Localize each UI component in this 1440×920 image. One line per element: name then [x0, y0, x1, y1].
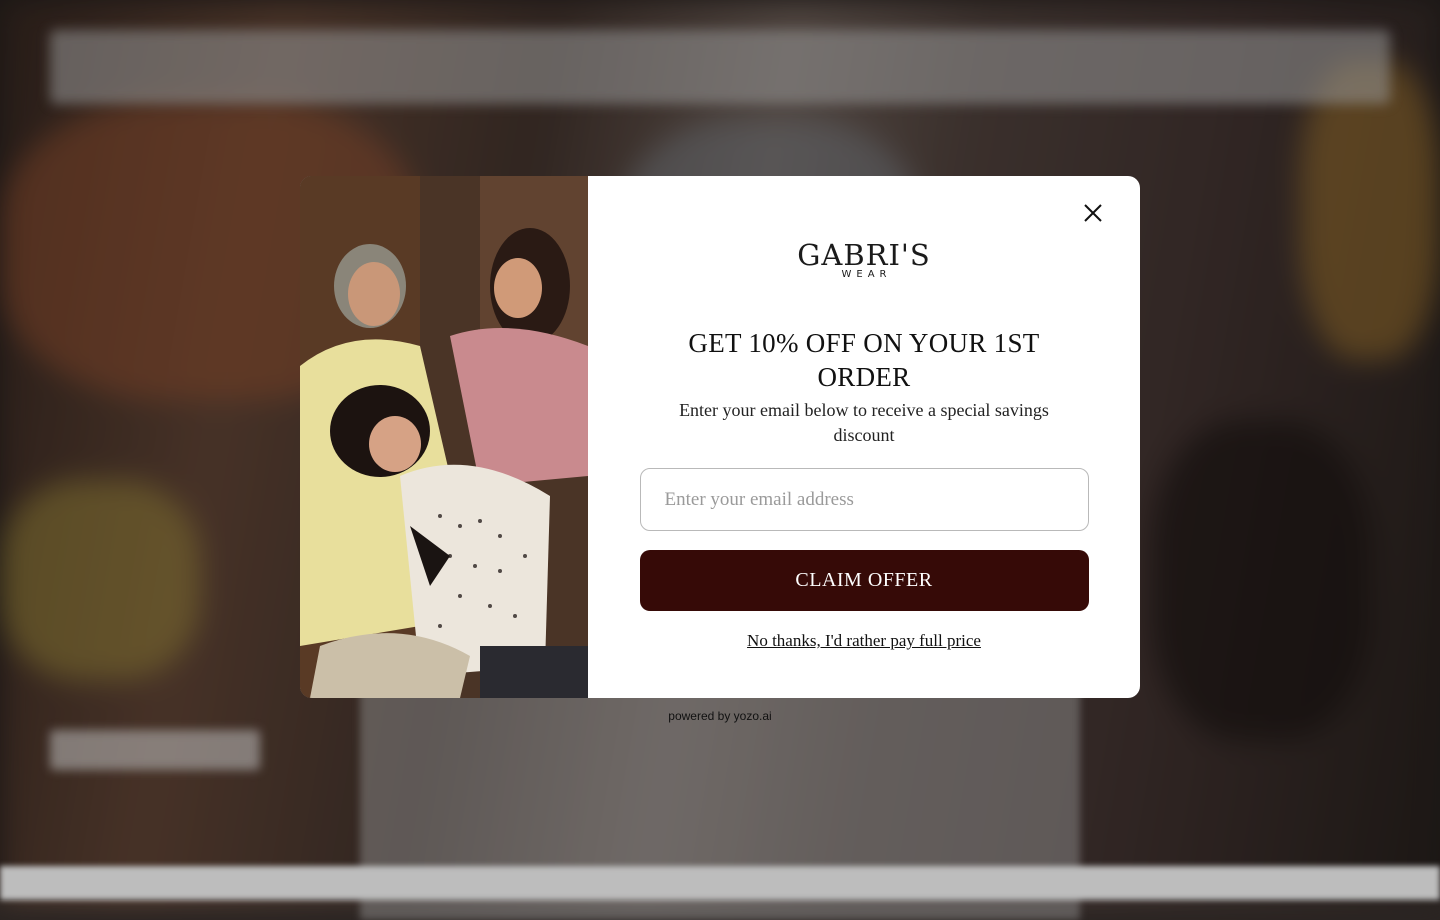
- discount-popup: GABRI'S WEAR GET 10% OFF ON YOUR 1ST ORD…: [300, 176, 1140, 698]
- offer-subtext: Enter your email below to receive a spec…: [679, 400, 1049, 445]
- background-footer-strip: [0, 866, 1440, 900]
- promo-photo-illustration: [300, 176, 588, 698]
- powered-by-text: powered by yozo.ai: [668, 709, 772, 723]
- email-input[interactable]: [639, 468, 1089, 531]
- popup-content: GABRI'S WEAR GET 10% OFF ON YOUR 1ST ORD…: [588, 176, 1140, 698]
- close-icon: [1084, 204, 1102, 222]
- brand-logo-main: GABRI'S: [797, 238, 931, 272]
- background-button: [50, 730, 260, 770]
- close-button[interactable]: [1080, 200, 1106, 226]
- brand-logo: GABRI'S WEAR: [797, 240, 930, 286]
- offer-headline: GET 10% OFF ON YOUR 1ST ORDER: [688, 328, 1040, 392]
- brand-logo-sub: WEAR: [841, 269, 892, 280]
- promo-photo: [300, 176, 588, 698]
- background-announcement-bar: [50, 30, 1390, 104]
- claim-offer-button[interactable]: CLAIM OFFER: [639, 550, 1089, 611]
- decline-offer-link[interactable]: No thanks, I'd rather pay full price: [747, 631, 981, 651]
